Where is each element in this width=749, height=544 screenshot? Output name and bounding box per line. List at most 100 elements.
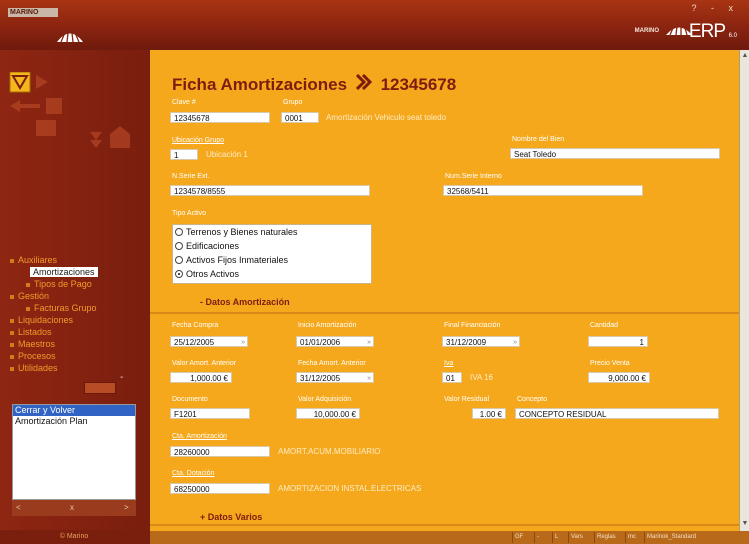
tipo-activo-group: Terrenos y Bienes naturales Edificacione… [172,224,372,284]
cta-dot-input[interactable]: 68250000 [170,483,270,494]
copyright: © Marino [0,530,148,544]
nav-item-amortizaciones[interactable]: Amortizaciones [30,267,98,277]
inicio-amort-label: Inicio Amortización [298,322,357,329]
page-title: Ficha Amortizaciones 12345678 [172,74,456,95]
list-prev-icon[interactable]: < [16,503,21,512]
nserie-int-label: Num.Serie Interno [445,173,502,180]
grupo-label: Grupo [283,99,303,106]
clave-label: Clave # [172,99,196,106]
action-cerrar-y-volver[interactable]: Cerrar y Volver [13,405,135,416]
fecha-compra-label: Fecha Compra [172,322,219,329]
title-bar: MARINO ? - x MARINO ERP 6.0 [0,0,749,50]
precio-venta-label: Precio Venta [590,360,630,367]
status-cell[interactable]: Reglas [594,532,618,543]
cta-amort-label[interactable]: Cta. Amortización [172,433,227,440]
status-cell[interactable]: GF [512,532,525,543]
date-picker-icon[interactable]: » [367,337,371,346]
nav-item-auxiliares[interactable]: Auxiliares [10,255,57,265]
cta-dot-label[interactable]: Cta. Dotación [172,470,214,477]
tipo-option[interactable]: Edificaciones [173,239,371,253]
cantidad-input[interactable]: 1 [588,336,648,347]
iva-input[interactable]: 01 [442,372,462,383]
tipo-option[interactable]: Otros Activos [173,267,371,281]
status-cell[interactable]: L [552,532,560,543]
final-fin-label: Final Financiación [444,322,501,329]
valor-adq-input[interactable]: 10,000.00 € [296,408,360,419]
nserie-ext-input[interactable]: 1234578/8555 [170,185,370,196]
filter-down-icon[interactable] [9,72,31,93]
status-cell[interactable]: - [534,532,541,543]
precio-venta-input[interactable]: 9,000.00 € [588,372,650,383]
panel-minimize[interactable]: - [120,372,123,383]
expand-down-icon[interactable] [90,132,102,148]
valor-anterior-input[interactable]: 1,000.00 € [170,372,232,383]
ubicacion-desc: Ubicación 1 [206,150,248,159]
status-cell[interactable]: mc [625,532,638,543]
fecha-compra-input[interactable]: 25/12/2005» [170,336,248,347]
valor-residual-label: Valor Residual [444,396,490,403]
fecha-anterior-input[interactable]: 31/12/2005» [296,372,374,383]
ubicacion-input[interactable]: 1 [170,149,198,160]
action-amortizacion-plan[interactable]: Amortización Plan [13,416,135,427]
section-divider [150,312,739,314]
home-icon[interactable] [110,126,130,148]
inicio-amort-input[interactable]: 01/01/2006» [296,336,374,347]
documento-label: Documento [172,396,208,403]
nav-item-gestion[interactable]: Gestión [10,291,49,301]
brand-label: MARINO [8,8,58,17]
status-cell[interactable]: Marinok_Standard [644,532,698,543]
dome-logo-icon [57,32,83,43]
nav-item-tipos-de-pago[interactable]: Tipos de Pago [26,279,92,289]
form-area: Ficha Amortizaciones 12345678 Clave # 12… [150,50,739,531]
date-picker-icon[interactable]: » [367,373,371,382]
date-picker-icon[interactable]: » [513,337,517,346]
concepto-input[interactable]: CONCEPTO RESIDUAL [515,408,719,419]
arrow-left-right-icon[interactable] [10,98,62,114]
nav-item-procesos[interactable]: Procesos [10,351,56,361]
nav-icon-cluster [9,72,130,148]
radio-icon [175,242,183,250]
cta-amort-desc: AMORT.ACUM.MOBILIARIO [278,447,381,456]
date-picker-icon[interactable]: » [241,337,245,346]
list-next-icon[interactable]: > [124,503,129,512]
nombre-input[interactable]: Seat Toledo [510,148,720,159]
list-close-icon[interactable]: x [70,503,74,512]
fecha-anterior-label: Fecha Amort. Anterior [298,360,366,367]
section-datos-varios[interactable]: + Datos Varios [200,512,262,522]
ubicacion-label[interactable]: Ubicación Grupo [172,137,224,144]
nav-item-utilidades[interactable]: Utilidades [10,363,58,373]
vertical-scrollbar[interactable]: ▲ ▼ [739,50,749,531]
nav-item-liquidaciones[interactable]: Liquidaciones [10,315,73,325]
cta-amort-input[interactable]: 28260000 [170,446,270,457]
grupo-input[interactable]: 0001 [281,112,319,123]
iva-desc: IVA 16 [470,373,493,382]
scroll-down-icon[interactable]: ▼ [741,520,749,528]
next-arrow-icon[interactable] [36,75,48,89]
cta-dot-desc: AMORTIZACION INSTAL.ELECTRICAS [278,484,422,493]
iva-label[interactable]: Iva [444,360,453,367]
panel-tab[interactable] [84,382,116,394]
section-datos-amortizacion[interactable]: - Datos Amortización [200,297,290,307]
nav-item-facturas-grupo[interactable]: Facturas Grupo [26,303,97,313]
nav-item-listados[interactable]: Listados [10,327,52,337]
radio-selected-icon [175,270,183,278]
grupo-desc: Amortización Vehiculo seat toledo [326,113,447,122]
valor-residual-input[interactable]: 1.00 € [472,408,506,419]
nav-item-maestros[interactable]: Maestros [10,339,55,349]
nserie-int-input[interactable]: 32568/5411 [443,185,643,196]
final-fin-input[interactable]: 31/12/2009» [442,336,520,347]
logo-marino: MARINO [634,28,659,34]
cantidad-label: Cantidad [590,322,619,329]
tipo-option[interactable]: Activos Fijos Inmateriales [173,253,371,267]
tipo-option[interactable]: Terrenos y Bienes naturales [173,225,371,239]
double-chevron-icon [355,74,372,90]
scroll-up-icon[interactable]: ▲ [741,52,749,60]
clave-input[interactable]: 12345678 [170,112,270,123]
fold-icon[interactable] [36,120,56,136]
window-controls[interactable]: ? - x [691,3,739,13]
status-cell[interactable]: Vars [568,532,585,543]
logo-erp: ERP [688,21,726,42]
page-title-text: Ficha Amortizaciones [172,75,348,94]
section-divider [150,524,739,526]
documento-input[interactable]: F1201 [170,408,250,419]
